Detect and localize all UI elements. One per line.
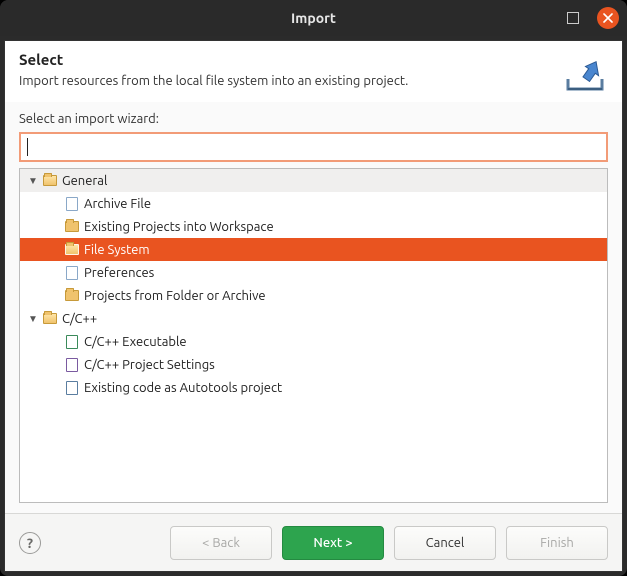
project-icon [64, 219, 80, 235]
import-dialog: Import Select Import resources from the … [0, 0, 627, 576]
folder-icon [42, 173, 58, 189]
dialog-footer: ? < Back Next > Cancel Finish [5, 513, 622, 571]
tree-item-preferences[interactable]: Preferences [20, 261, 607, 284]
tree-label: C/C++ Executable [84, 335, 187, 349]
page-title: Select [19, 51, 608, 68]
back-button[interactable]: < Back [170, 526, 272, 560]
tree-item-c-executable[interactable]: C/C++ Executable [20, 330, 607, 353]
chevron-down-icon[interactable]: ▼ [26, 175, 40, 187]
chevron-down-icon[interactable]: ▼ [26, 313, 40, 325]
tree-label: Archive File [84, 197, 151, 211]
c-exec-icon [64, 334, 80, 350]
tree-label: General [62, 174, 107, 188]
tree-category-general[interactable]: ▼ General [20, 169, 607, 192]
folder-icon [64, 288, 80, 304]
dialog-content: Select Import resources from the local f… [4, 40, 623, 572]
c-settings-icon [64, 357, 80, 373]
tree-item-archive-file[interactable]: Archive File [20, 192, 607, 215]
window-controls [563, 7, 619, 29]
filter-input[interactable] [19, 132, 608, 162]
tree-label: File System [84, 243, 150, 257]
folder-icon [42, 311, 58, 327]
text-cursor [27, 138, 28, 156]
tree-label: Existing Projects into Workspace [84, 220, 274, 234]
tree-label: Preferences [84, 266, 154, 280]
dialog-body: Select an import wizard: ▼ General Archi… [5, 102, 622, 513]
titlebar: Import [0, 0, 627, 36]
tree-item-autotools[interactable]: Existing code as Autotools project [20, 376, 607, 399]
tree-item-projects-from-folder[interactable]: Projects from Folder or Archive [20, 284, 607, 307]
folder-icon [64, 242, 80, 258]
window-title: Import [291, 10, 336, 26]
tree-item-existing-projects[interactable]: Existing Projects into Workspace [20, 215, 607, 238]
cancel-button[interactable]: Cancel [394, 526, 496, 560]
maximize-icon[interactable] [563, 8, 583, 28]
close-icon[interactable] [597, 7, 619, 29]
tree-item-file-system[interactable]: File System [20, 238, 607, 261]
tree-label: Projects from Folder or Archive [84, 289, 266, 303]
tree-label: C/C++ Project Settings [84, 358, 215, 372]
archive-icon [64, 196, 80, 212]
tree-item-c-project-settings[interactable]: C/C++ Project Settings [20, 353, 607, 376]
prefs-icon [64, 265, 80, 281]
tree-label: Existing code as Autotools project [84, 381, 282, 395]
filter-label: Select an import wizard: [19, 112, 608, 126]
tree-label: C/C++ [62, 312, 97, 326]
import-wizard-tree[interactable]: ▼ General Archive File Existing Projects… [19, 168, 608, 503]
dialog-header: Select Import resources from the local f… [5, 41, 622, 102]
tree-category-c-cpp[interactable]: ▼ C/C++ [20, 307, 607, 330]
page-description: Import resources from the local file sys… [19, 74, 608, 88]
import-icon [562, 55, 608, 95]
c-auto-icon [64, 380, 80, 396]
help-icon[interactable]: ? [19, 532, 41, 554]
next-button[interactable]: Next > [282, 526, 384, 560]
finish-button[interactable]: Finish [506, 526, 608, 560]
